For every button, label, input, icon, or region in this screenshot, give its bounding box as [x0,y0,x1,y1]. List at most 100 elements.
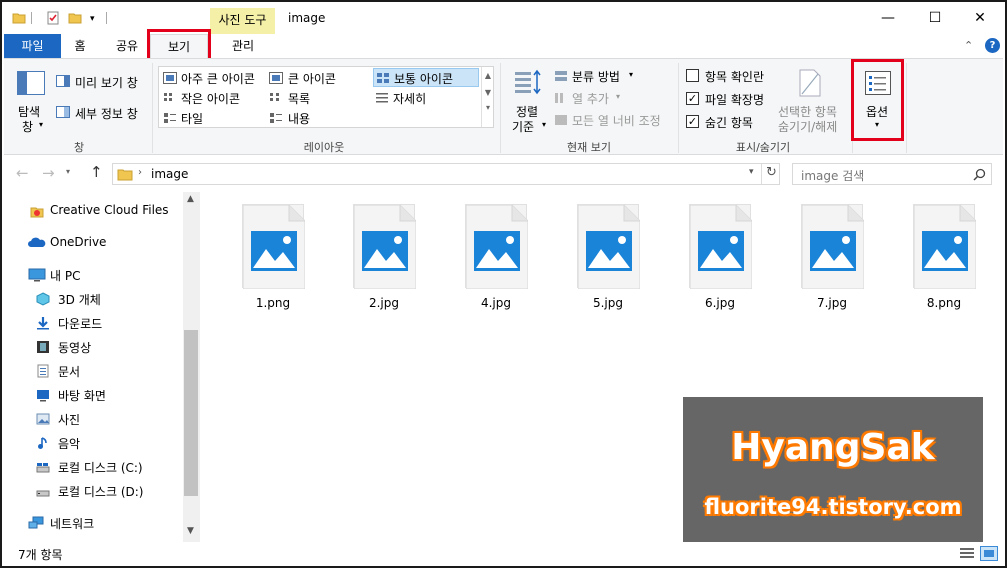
preview-pane-button[interactable]: 미리 보기 창 [56,72,148,90]
item-check-boxes-checkbox[interactable] [686,69,699,82]
file-name: 4.jpg [480,296,512,310]
layout-extra-large-icons[interactable]: 아주 큰 아이콘 [161,69,265,87]
maximize-button[interactable]: ☐ [921,8,949,28]
layout-large-icons[interactable]: 큰 아이콘 [269,69,369,87]
group-by-label: 분류 방법 [572,70,620,84]
layout-details[interactable]: 자세히 [373,89,479,107]
add-columns-button[interactable]: 열 추가 ▾ [554,89,674,107]
hidden-items-checkbox[interactable]: ✓ [686,115,699,128]
hide-selected-items-button[interactable]: 선택한 항목 숨기기/해제 [776,67,848,137]
pictures-icon [36,413,50,425]
sidebar-item-3d-objects[interactable]: 3D 개체 [4,288,184,310]
medium-icons-icon [377,73,389,83]
collapse-ribbon-icon[interactable]: ⌃ [964,39,973,52]
layout-gallery-scroll[interactable]: ▲ ▼ ▾ [481,67,494,127]
address-history-chevron-icon[interactable]: ▾ [749,167,754,177]
address-bar[interactable]: › image ▾ ↻ [112,163,780,185]
image-file-icon [913,204,977,290]
details-view-icon[interactable] [959,547,975,560]
file-name: 5.jpg [592,296,624,310]
image-file-icon [801,204,865,290]
up-arrow-icon[interactable]: ↑ [90,163,103,181]
navigation-pane-button[interactable]: 탐색 창 ▾ [8,63,54,135]
status-bar: 7개 항목 [4,542,1003,566]
explorer-window: ▾ 사진 도구 image — ☐ ✕ 파일 홈 공유 보기 관리 ⌃ ? 탐색… [0,0,1007,568]
sidebar-item-drive-c[interactable]: 로컬 디스크 (C:) [4,456,184,478]
scroll-down-icon[interactable]: ▼ [187,526,194,536]
sidebar-item-videos[interactable]: 동영상 [4,336,184,358]
onedrive-icon [28,237,46,247]
layout-content[interactable]: 내용 [269,109,369,127]
file-extensions-toggle[interactable]: ✓ 파일 확장명 [684,90,779,108]
navigation-bar: ← → ▾ ↑ › image ▾ ↻ image 검색 [4,156,1003,192]
breadcrumb-current[interactable]: image [151,167,188,181]
hidden-items-toggle[interactable]: ✓ 숨긴 항목 [684,113,779,131]
search-box[interactable]: image 검색 [792,163,992,185]
add-columns-icon [555,93,563,103]
recent-locations-chevron-icon[interactable]: ▾ [66,167,70,176]
sidebar-item-network[interactable]: 네트워크 [4,512,184,534]
layout-list[interactable]: 목록 [269,89,369,107]
properties-icon[interactable] [46,11,60,25]
drive-d-icon [36,490,50,497]
minimize-button[interactable]: — [874,8,902,28]
refresh-icon[interactable]: ↻ [766,165,777,180]
file-item[interactable]: 6.jpg [685,204,755,314]
sidebar-scrollbar[interactable]: ▲ ▼ [183,192,200,542]
customize-toolbar-chevron-icon[interactable]: ▾ [90,14,95,24]
search-input[interactable]: image 검색 [801,167,864,184]
sidebar-item-pictures[interactable]: 사진 [4,408,184,430]
sidebar-item-downloads[interactable]: 다운로드 [4,312,184,334]
group-by-button[interactable]: 분류 방법 ▾ [554,67,674,85]
sidebar-item-onedrive[interactable]: OneDrive [4,232,184,254]
sidebar-scrollbar-thumb[interactable] [184,330,198,496]
back-arrow-icon[interactable]: ← [16,164,29,182]
address-divider [761,164,762,184]
sidebar-item-music[interactable]: 음악 [4,432,184,454]
forward-arrow-icon[interactable]: → [42,164,55,182]
list-icon [270,93,279,101]
file-item[interactable]: 7.jpg [797,204,867,314]
options-button[interactable]: 옵션 ▾ [860,65,896,135]
file-item[interactable]: 2.jpg [349,204,419,314]
size-all-columns-button[interactable]: 모든 열 너비 조정 [554,111,674,129]
layout-medium-icons[interactable]: 보통 아이콘 [373,68,479,87]
tab-manage[interactable]: 관리 [210,34,276,58]
large-icons-view-icon[interactable] [980,546,998,561]
sidebar-item-documents[interactable]: 문서 [4,360,184,382]
preview-pane-label: 미리 보기 창 [75,76,138,90]
options-icon [865,71,891,95]
file-item[interactable]: 1.png [238,204,308,314]
content-icon [270,113,282,123]
network-icon [28,516,44,529]
sidebar-item-label: 바탕 화면 [58,389,106,403]
details-pane-button[interactable]: 세부 정보 창 [56,103,148,121]
file-item[interactable]: 5.jpg [573,204,643,314]
sidebar-item-desktop[interactable]: 바탕 화면 [4,384,184,406]
sidebar-item-creative-cloud[interactable]: Creative Cloud Files [4,200,184,222]
image-file-icon [577,204,641,290]
file-item[interactable]: 8.png [909,204,979,314]
file-item[interactable]: 4.jpg [461,204,531,314]
new-folder-icon[interactable] [68,11,82,25]
tab-view[interactable]: 보기 [150,34,208,58]
sidebar-item-drive-d[interactable]: 로컬 디스크 (D:) [4,480,184,502]
search-icon[interactable] [973,168,986,181]
item-check-boxes-toggle[interactable]: 항목 확인란 [684,67,779,85]
tab-share[interactable]: 공유 [108,34,146,58]
3d-objects-icon [36,292,50,306]
tab-home[interactable]: 홈 [64,34,96,58]
sidebar-item-this-pc[interactable]: 내 PC [4,264,184,286]
tab-file[interactable]: 파일 [4,34,61,58]
content-label: 내용 [288,112,311,126]
file-extensions-checkbox[interactable]: ✓ [686,92,699,105]
scroll-up-icon[interactable]: ▲ [187,194,194,204]
close-button[interactable]: ✕ [966,8,994,28]
sort-by-button[interactable]: 정렬 기준 ▾ [506,65,550,135]
layout-small-icons[interactable]: 작은 아이콘 [161,89,265,107]
layout-tiles[interactable]: 타일 [161,109,265,127]
group-separator [906,63,907,153]
extra-large-icons-label: 아주 큰 아이콘 [181,72,255,86]
folder-icon[interactable] [12,11,26,25]
help-icon[interactable]: ? [985,38,1000,53]
